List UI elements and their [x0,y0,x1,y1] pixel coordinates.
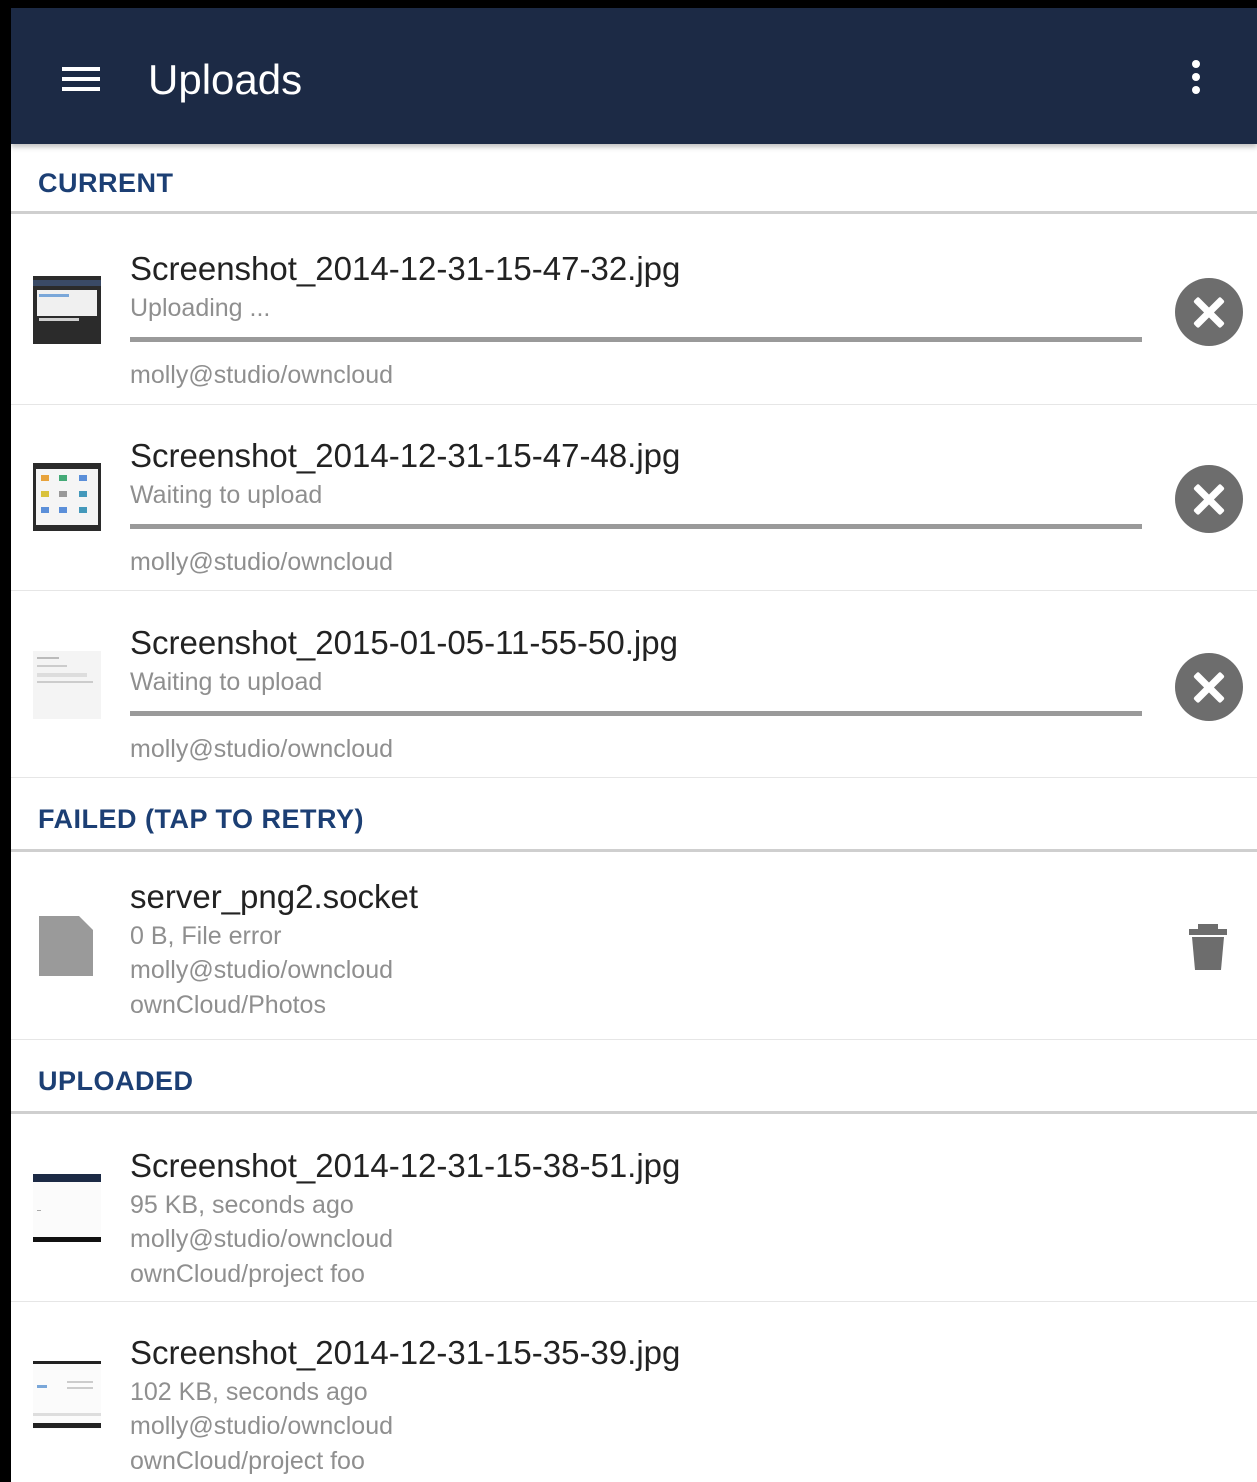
failed-upload-row[interactable]: server_png2.socket 0 B, File error molly… [11,852,1257,1040]
uploaded-row[interactable]: Screenshot_2014-12-31-15-38-51.jpg 95 KB… [11,1114,1257,1302]
hamburger-menu-icon[interactable] [60,65,102,95]
file-name: Screenshot_2014-12-31-15-47-32.jpg [130,250,681,287]
progress-fill [130,524,1142,529]
upload-progress-bar [130,711,1142,716]
image-thumbnail [33,463,101,531]
cancel-upload-button[interactable] [1175,653,1243,721]
account-name: molly@studio/owncloud [130,1225,394,1253]
image-thumbnail [33,651,101,719]
more-vertical-icon[interactable] [1181,56,1211,100]
account-name: molly@studio/owncloud [130,548,394,576]
page-title: Uploads [148,56,303,103]
upload-row[interactable]: Screenshot_2014-12-31-15-47-48.jpg Waiti… [11,405,1257,591]
file-name: server_png2.socket [130,878,418,915]
file-name: Screenshot_2014-12-31-15-35-39.jpg [130,1334,681,1371]
account-name: molly@studio/owncloud [130,1412,394,1440]
upload-progress-bar [130,524,1142,529]
file-name: Screenshot_2014-12-31-15-47-48.jpg [130,437,681,474]
image-thumbnail [33,1361,101,1429]
remote-path: ownCloud/project foo [130,1260,365,1288]
upload-row[interactable]: Screenshot_2015-01-05-11-55-50.jpg Waiti… [11,591,1257,778]
upload-info: 95 KB, seconds ago [130,1191,354,1219]
progress-fill [130,337,1142,342]
remote-path: ownCloud/project foo [130,1447,365,1475]
cancel-upload-button[interactable] [1175,465,1243,533]
remote-path: ownCloud/Photos [130,991,326,1019]
upload-row[interactable]: Screenshot_2014-12-31-15-47-32.jpg Uploa… [11,214,1257,405]
upload-status: 0 B, File error [130,922,282,950]
progress-fill [130,711,1142,716]
generic-file-icon [39,916,93,976]
image-thumbnail [33,276,101,344]
app-bar: Uploads [11,8,1257,144]
file-name: Screenshot_2015-01-05-11-55-50.jpg [130,624,678,661]
upload-status: Waiting to upload [130,481,323,509]
uploaded-row[interactable]: Screenshot_2014-12-31-15-35-39.jpg 102 K… [11,1302,1257,1482]
cancel-upload-button[interactable] [1175,278,1243,346]
account-name: molly@studio/owncloud [130,361,394,389]
section-header-uploaded: UPLOADED [11,1040,1257,1114]
file-name: Screenshot_2014-12-31-15-38-51.jpg [130,1147,681,1184]
section-header-failed: FAILED (TAP TO RETRY) [11,778,1257,852]
section-title: FAILED (TAP TO RETRY) [38,804,365,834]
section-title: CURRENT [38,168,174,198]
account-name: molly@studio/owncloud [130,735,394,763]
upload-info: 102 KB, seconds ago [130,1378,368,1406]
uploads-screen: Uploads CURRENT Screenshot_2014-12-31-15… [11,8,1257,1482]
upload-progress-bar [130,337,1142,342]
upload-status: Uploading ... [130,294,271,322]
trash-icon[interactable] [1186,922,1234,972]
upload-status: Waiting to upload [130,668,323,696]
account-name: molly@studio/owncloud [130,956,394,984]
section-header-current: CURRENT [11,144,1257,214]
image-thumbnail [33,1174,101,1242]
section-title: UPLOADED [38,1066,194,1096]
